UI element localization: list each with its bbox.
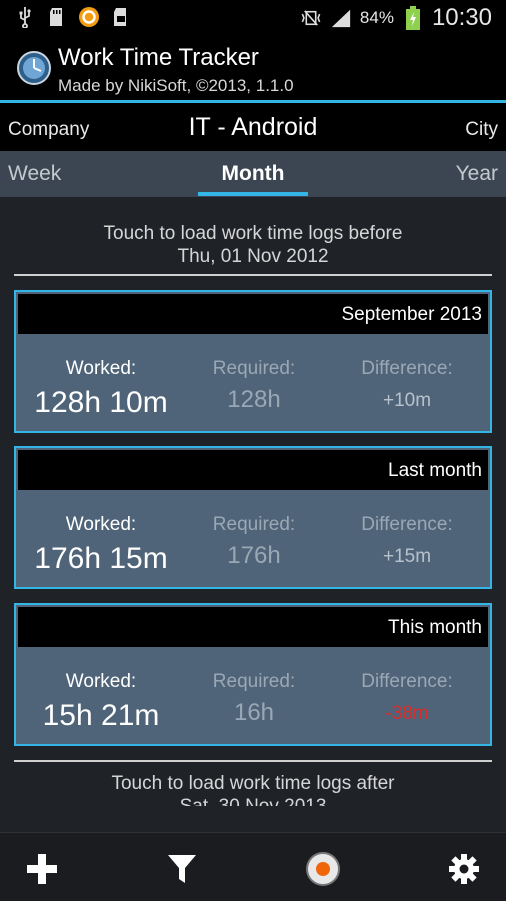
difference-value: +10m <box>382 390 432 411</box>
vibrate-icon <box>300 7 322 29</box>
required-label: Required: <box>212 514 296 535</box>
tab-indicator <box>198 192 308 196</box>
card-title: This month <box>388 617 482 638</box>
current-company: IT - Android <box>188 113 318 141</box>
signal-icon <box>330 7 352 29</box>
divider <box>14 274 492 276</box>
app-title: Work Time Tracker <box>58 44 259 71</box>
status-icons-right: 84% 10:30 <box>300 0 492 36</box>
add-icon[interactable] <box>20 847 64 891</box>
card-title: September 2013 <box>341 304 483 325</box>
worked-value: 176h 15m <box>34 542 168 575</box>
load-before-button[interactable]: Touch to load work time logs before Thu,… <box>0 222 506 268</box>
status-icons-left <box>14 6 132 28</box>
required-column: Required: 128h <box>186 358 322 414</box>
required-column: Required: 16h <box>186 671 322 727</box>
worked-column: Worked: 15h 21m <box>16 671 186 733</box>
card-header: Last month <box>18 450 488 490</box>
worked-value: 15h 21m <box>42 699 160 732</box>
clock-app-icon[interactable] <box>16 50 52 86</box>
required-column: Required: 176h <box>186 514 322 570</box>
difference-value: +15m <box>382 546 432 567</box>
worked-column: Worked: 128h 10m <box>16 358 186 420</box>
load-after-button[interactable]: Touch to load work time logs after Sat, … <box>0 772 506 806</box>
company-selector[interactable]: Company IT - Android City <box>0 103 506 151</box>
worked-column: Worked: 176h 15m <box>16 514 186 576</box>
settings-icon[interactable] <box>442 847 486 891</box>
clock: 10:30 <box>431 4 492 31</box>
month-card[interactable]: This month Worked: 15h 21m Required: 16h… <box>14 603 492 746</box>
bottom-action-bar <box>0 832 506 901</box>
load-after-text: Touch to load work time logs after <box>111 773 395 794</box>
action-bar: Work Time Tracker Made by NikiSoft, ©201… <box>0 36 506 103</box>
record-icon[interactable] <box>301 847 345 891</box>
divider <box>14 760 492 762</box>
card-header: This month <box>18 607 488 647</box>
sd-card-icon <box>110 6 132 28</box>
difference-column: Difference: +15m <box>334 514 480 568</box>
required-label: Required: <box>212 358 296 379</box>
difference-label: Difference: <box>361 358 453 379</box>
required-label: Required: <box>212 671 296 692</box>
battery-icon <box>402 6 424 30</box>
difference-column: Difference: -38m <box>334 671 480 725</box>
card-title: Last month <box>388 460 482 481</box>
month-card[interactable]: September 2013 Worked: 128h 10m Required… <box>14 290 492 433</box>
battery-percent: 84% <box>359 8 394 27</box>
worked-label: Worked: <box>65 671 137 692</box>
tab-month[interactable]: Month <box>0 162 506 186</box>
difference-label: Difference: <box>361 514 453 535</box>
load-before-text: Touch to load work time logs before <box>103 223 403 244</box>
worked-label: Worked: <box>65 514 137 535</box>
month-card[interactable]: Last month Worked: 176h 15m Required: 17… <box>14 446 492 589</box>
load-after-date: Sat, 30 Nov 2013 <box>0 795 506 806</box>
card-header: September 2013 <box>18 294 488 334</box>
required-value: 176h <box>227 542 281 569</box>
notification-app-icon <box>78 6 100 28</box>
required-value: 16h <box>233 699 275 726</box>
difference-column: Difference: +10m <box>334 358 480 412</box>
worked-label: Worked: <box>65 358 137 379</box>
sd-card-icon <box>46 6 68 28</box>
usb-icon <box>14 6 36 28</box>
next-company[interactable]: City <box>465 119 498 141</box>
app-subtitle: Made by NikiSoft, ©2013, 1.1.0 <box>58 76 294 95</box>
worked-value: 128h 10m <box>34 386 168 419</box>
load-before-date: Thu, 01 Nov 2012 <box>177 246 329 267</box>
status-bar: 84% 10:30 <box>0 0 506 36</box>
required-value: 128h <box>227 386 281 413</box>
period-tabs: Week Month Year <box>0 151 506 197</box>
difference-value: -38m <box>385 703 429 724</box>
tab-year[interactable]: Year <box>456 162 498 186</box>
filter-icon[interactable] <box>160 847 204 891</box>
difference-label: Difference: <box>361 671 453 692</box>
